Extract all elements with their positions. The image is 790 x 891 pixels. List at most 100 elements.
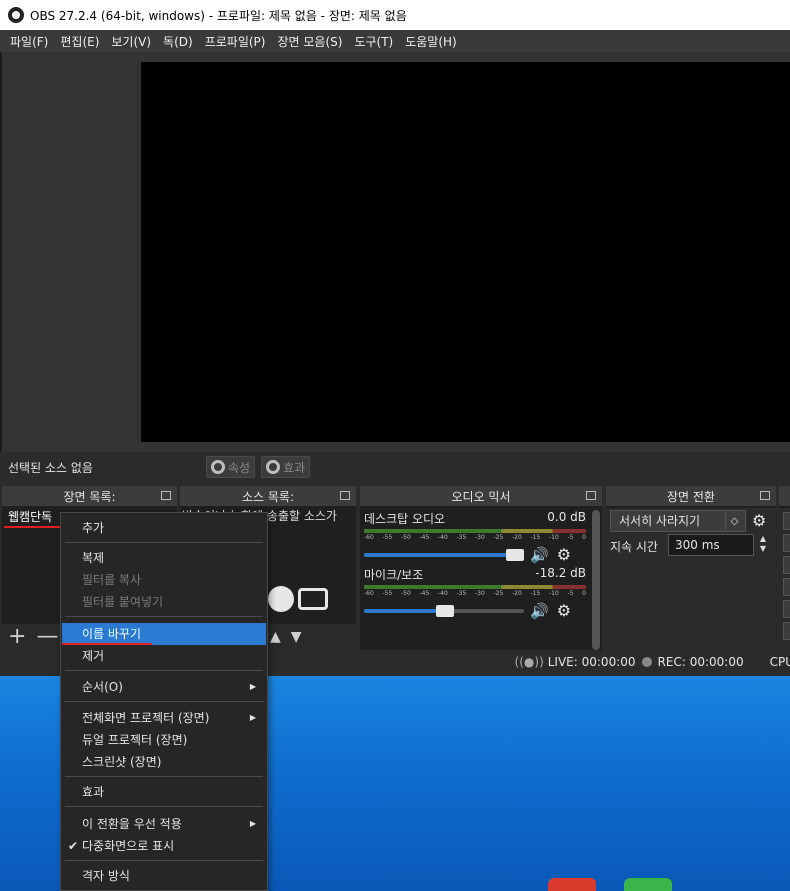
menu-item-remove[interactable]: 제거 — [62, 645, 266, 667]
speaker-icon[interactable]: 🔊 — [530, 546, 549, 564]
control-button[interactable] — [783, 622, 790, 640]
menu-item-grid-mode[interactable]: 격자 방식 — [62, 865, 266, 887]
record-dot-icon — [641, 657, 652, 667]
duration-label: 지속 시간 — [610, 540, 658, 554]
float-dock-icon[interactable] — [586, 491, 596, 500]
submenu-arrow-icon: ▶ — [249, 682, 256, 691]
mixer-title: 오디오 믹서 — [451, 489, 511, 504]
filter-icon — [266, 460, 281, 474]
gear-icon[interactable]: ⚙ — [557, 601, 571, 620]
volume-slider[interactable] — [364, 604, 524, 617]
controls-dock-title — [779, 486, 790, 506]
mixer-body: 데스크탑 오디오 0.0 dB -60 -55 -50 -45 -40 -35 -30 -25… — [360, 508, 602, 650]
submenu-arrow-icon: ▶ — [249, 713, 256, 722]
control-button[interactable] — [783, 578, 790, 596]
preview-area — [0, 52, 790, 452]
menu-item-add[interactable]: 추가 — [62, 517, 266, 539]
menu-item-screenshot[interactable]: 스크린샷 (장면) — [62, 751, 266, 773]
filters-button[interactable]: 효과 — [261, 456, 311, 478]
preview-canvas[interactable] — [141, 62, 790, 442]
transition-selected: 서서히 사라지기 — [619, 514, 701, 528]
move-source-up-button[interactable]: ▲ — [270, 626, 281, 648]
menu-profile[interactable]: 프로파일(P) — [199, 33, 272, 50]
menu-item-transition-override[interactable]: 이 전환을 우선 적용 ▶ — [62, 813, 266, 835]
scene-item[interactable]: 웹캠단독 — [4, 508, 56, 526]
slider-knob[interactable] — [436, 604, 454, 617]
control-button[interactable] — [783, 600, 790, 618]
volume-slider[interactable] — [364, 548, 524, 561]
move-source-down-button[interactable]: ▼ — [291, 626, 302, 648]
channel-name: 데스크탑 오디오 — [364, 512, 446, 526]
menu-item-duplicate[interactable]: 복제 — [62, 547, 266, 569]
remove-scene-button[interactable]: — — [36, 626, 58, 648]
transitions-body: 서서히 사라지기 ◇ ⚙ 지속 시간 300 ms ▲ ▼ — [606, 508, 776, 650]
gear-icon[interactable]: ⚙ — [557, 545, 571, 564]
transition-select[interactable]: 서서히 사라지기 ◇ — [610, 510, 746, 532]
meter-scale: -60 -55 -50 -45 -40 -35 -30 -25 -20 -15 -10 -5 0 — [364, 534, 586, 541]
menu-docks[interactable]: 독(D) — [157, 33, 199, 50]
desktop-app-icon-green[interactable] — [624, 878, 672, 891]
submenu-arrow-icon: ▶ — [249, 819, 256, 828]
menu-separator — [65, 701, 263, 702]
menu-item-show-in-multiview[interactable]: ✔ 다중화면으로 표시 — [62, 835, 266, 857]
mixer-channel-mic: 마이크/보조 -18.2 dB -60 -55 -50 -45 -40 -35 -30 -25… — [364, 566, 586, 620]
context-bar: 선택된 소스 없음 속성 효과 — [0, 452, 790, 482]
menu-separator — [65, 776, 263, 777]
menu-item-windowed-projector[interactable]: 듀얼 프로젝터 (장면) — [62, 729, 266, 751]
menu-help[interactable]: 도움말(H) — [399, 33, 463, 50]
menu-edit[interactable]: 편집(E) — [54, 33, 105, 50]
menu-separator — [65, 616, 263, 617]
slider-knob[interactable] — [506, 548, 524, 561]
menu-item-fullscreen-projector[interactable]: 전체화면 프로젝터 (장면) ▶ — [62, 707, 266, 729]
float-dock-icon[interactable] — [161, 491, 171, 500]
duration-input[interactable]: 300 ms — [668, 534, 754, 556]
scene-context-menu: 추가 복제 필터를 복사 필터를 붙여넣기 이름 바꾸기 제거 순서(O) ▶ 전… — [60, 512, 268, 891]
control-button[interactable] — [783, 534, 790, 552]
menu-item-copy-filters: 필터를 복사 — [82, 573, 142, 587]
volume-meter — [364, 585, 586, 589]
float-dock-icon[interactable] — [340, 491, 350, 500]
menu-view[interactable]: 보기(V) — [105, 33, 157, 50]
scenes-title: 장면 목록: — [63, 489, 116, 504]
menu-scene-collection[interactable]: 장면 모음(S) — [271, 33, 348, 50]
channel-level: -18.2 dB — [535, 566, 586, 580]
menu-tools[interactable]: 도구(T) — [348, 33, 399, 50]
menu-item-order[interactable]: 순서(O) ▶ — [62, 676, 266, 698]
speaker-icon[interactable]: 🔊 — [530, 602, 549, 620]
channel-level: 0.0 dB — [547, 510, 586, 524]
obs-logo-icon — [8, 7, 24, 23]
gear-icon[interactable]: ⚙ — [752, 511, 766, 530]
menu-separator — [65, 542, 263, 543]
controls-dock — [779, 486, 790, 650]
mixer-scrollbar[interactable] — [592, 510, 600, 650]
properties-button[interactable]: 속성 — [206, 456, 256, 478]
menu-separator — [65, 860, 263, 861]
control-button[interactable] — [783, 512, 790, 530]
add-scene-button[interactable]: + — [8, 626, 26, 648]
mixer-dock-title: 오디오 믹서 — [360, 486, 602, 506]
float-dock-icon[interactable] — [760, 491, 770, 500]
menu-bar: 파일(F) 편집(E) 보기(V) 독(D) 프로파일(P) 장면 모음(S) … — [0, 30, 790, 52]
filters-label: 효과 — [283, 460, 306, 475]
menu-separator — [65, 670, 263, 671]
controls-body — [779, 508, 790, 650]
menu-file[interactable]: 파일(F) — [4, 33, 54, 50]
menu-item-rename[interactable]: 이름 바꾸기 — [62, 623, 266, 645]
transitions-dock-title: 장면 전환 — [606, 486, 776, 506]
globe-icon — [268, 586, 294, 612]
annotation-underline-rename — [62, 643, 152, 645]
live-status: LIVE: 00:00:00 — [547, 655, 636, 669]
duration-spinner[interactable]: ▲ ▼ — [756, 534, 770, 556]
menu-item-filters[interactable]: 효과 — [62, 781, 266, 803]
scenes-dock-title: 장면 목록: — [2, 486, 177, 506]
properties-label: 속성 — [228, 460, 251, 475]
menu-item-paste-filters: 필터를 붙여넣기 — [82, 595, 164, 609]
menu-separator — [65, 806, 263, 807]
transitions-dock: 장면 전환 서서히 사라지기 ◇ ⚙ 지속 시간 300 ms ▲ ▼ — [606, 486, 776, 650]
gear-icon — [211, 460, 225, 474]
desktop-app-icon-red[interactable] — [548, 878, 596, 891]
transitions-title: 장면 전환 — [667, 489, 715, 504]
control-button[interactable] — [783, 556, 790, 574]
sources-title: 소스 목록: — [241, 489, 295, 504]
volume-meter — [364, 529, 586, 533]
